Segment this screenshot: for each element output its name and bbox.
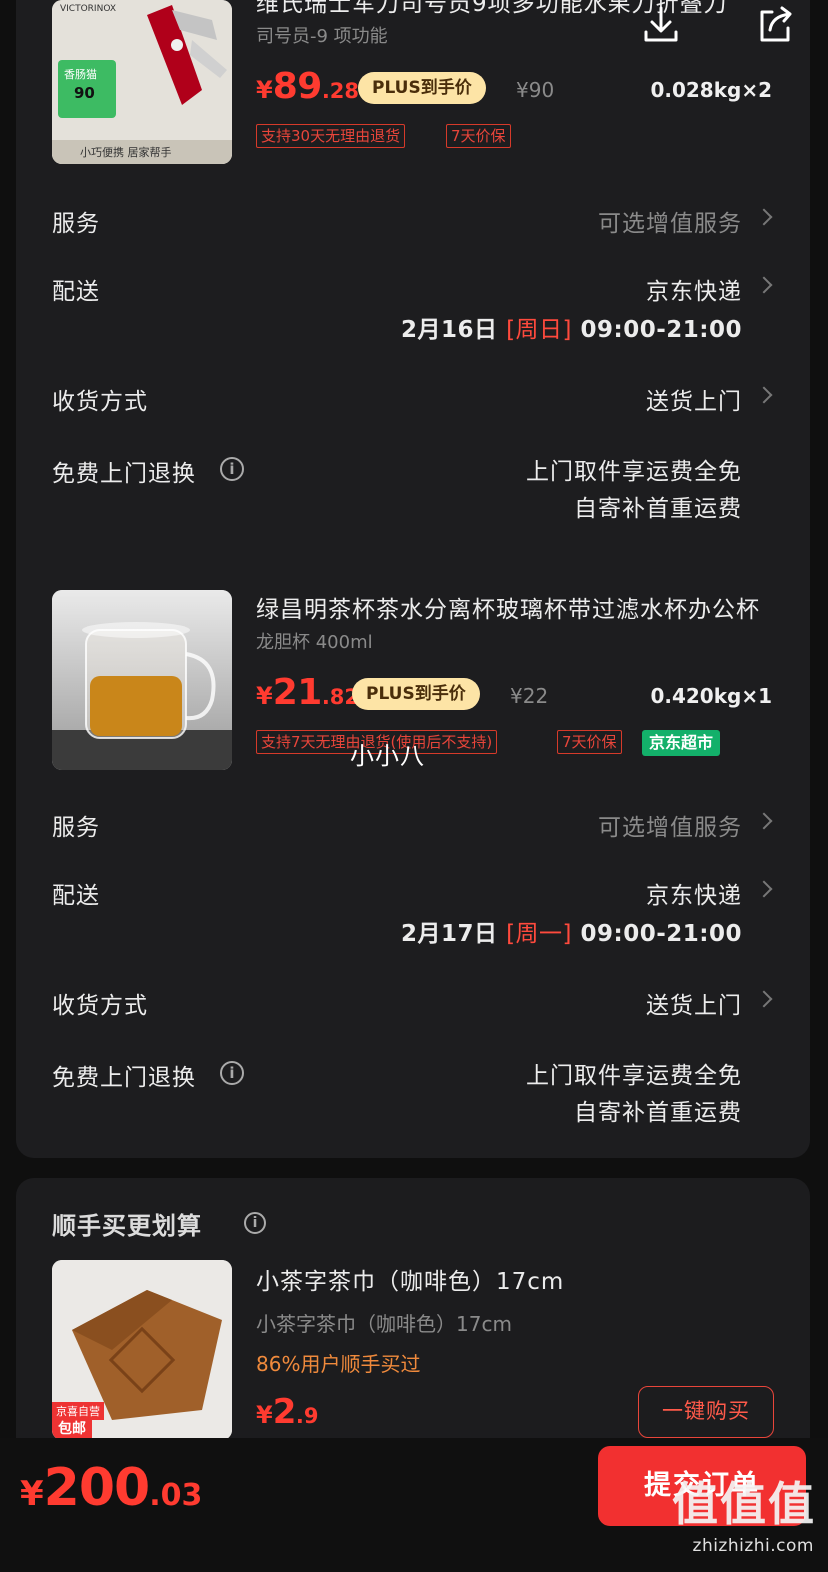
- order-total: ¥200.03: [20, 1458, 202, 1518]
- total-decimal: .03: [149, 1478, 203, 1513]
- original-price: ¥22: [510, 684, 549, 708]
- price-currency: ¥: [256, 1401, 273, 1429]
- delivery-schedule[interactable]: 2月17日 [周一] 09:00-21:00: [401, 914, 742, 948]
- plus-price-badge: PLUS到手价: [352, 678, 480, 710]
- delivery-value[interactable]: 京东快递: [646, 876, 742, 910]
- plus-price-badge: PLUS到手价: [358, 72, 486, 104]
- free-return-label: 免费上门退换: [52, 461, 196, 487]
- user-watermark: 小小八: [350, 742, 425, 770]
- delivery-label: 配送: [52, 279, 100, 305]
- teacup-image-graphic: [52, 590, 232, 770]
- price-currency: ¥: [256, 682, 273, 710]
- free-return-line2: 自寄补首重运费: [574, 496, 742, 522]
- product-image-teacup[interactable]: [52, 590, 232, 770]
- chevron-right-icon[interactable]: [755, 990, 773, 1008]
- info-icon[interactable]: i: [220, 457, 244, 481]
- jd-self-badge-text: 京喜自营: [56, 1405, 100, 1418]
- chevron-right-icon[interactable]: [755, 880, 773, 898]
- total-currency: ¥: [20, 1474, 44, 1514]
- price-integer: 2: [272, 1392, 297, 1432]
- product-image-knife[interactable]: VICTORINOX 香肠猫 90 小巧便携 居家帮手: [52, 0, 232, 164]
- chevron-right-icon[interactable]: [755, 386, 773, 404]
- receive-method-label: 收货方式: [52, 389, 148, 415]
- info-icon[interactable]: i: [244, 1212, 266, 1234]
- free-return-line1: 上门取件享运费全免: [526, 1063, 742, 1089]
- addon-price: ¥2.9: [256, 1392, 318, 1432]
- price-protect-tag: 7天价保: [557, 730, 622, 754]
- knife-badge-value: 90: [74, 84, 95, 102]
- free-shipping-badge-text: 包邮: [58, 1421, 86, 1437]
- service-label: 服务: [52, 815, 100, 841]
- share-icon[interactable]: [754, 4, 796, 46]
- product-title[interactable]: 维氏瑞士军刀司号员9项多功能水果刀折叠刀: [256, 0, 772, 18]
- service-value[interactable]: 可选增值服务: [598, 808, 742, 842]
- addon-product-title[interactable]: 小茶字茶巾（咖啡色）17cm: [256, 1262, 772, 1296]
- delivery-time: 09:00-21:00: [580, 317, 742, 343]
- delivery-time: 09:00-21:00: [580, 921, 742, 947]
- product-variant: 龙胆杯 400ml: [256, 632, 373, 653]
- price-protect-tag: 7天价保: [446, 124, 511, 148]
- addon-section-title: 顺手买更划算: [52, 1206, 202, 1241]
- price-integer: 89: [272, 66, 323, 107]
- price-currency: ¥: [256, 76, 273, 104]
- jd-supermarket-tag: 京东超市: [642, 730, 721, 756]
- free-return-label: 免费上门退换: [52, 1065, 196, 1091]
- receive-method-label: 收货方式: [52, 993, 148, 1019]
- site-watermark-logo: 值值值: [672, 1477, 816, 1531]
- service-label: 服务: [52, 211, 100, 237]
- addon-section-title-text: 顺手买更划算: [52, 1212, 202, 1240]
- one-click-buy-button[interactable]: 一键购买: [638, 1386, 774, 1438]
- weight-quantity: 0.028kg×2: [650, 78, 772, 102]
- info-icon[interactable]: i: [220, 1061, 244, 1085]
- delivery-date: 2月16日: [401, 317, 498, 343]
- free-shipping-badge: 包邮: [52, 1418, 92, 1438]
- product-title[interactable]: 绿昌明茶杯茶水分离杯玻璃杯带过滤水杯办公杯: [256, 590, 772, 624]
- knife-slogan: 小巧便携 居家帮手: [80, 146, 172, 159]
- original-price: ¥90: [516, 78, 555, 102]
- product-price: ¥89.28: [256, 66, 359, 107]
- chevron-right-icon[interactable]: [755, 208, 773, 226]
- download-icon[interactable]: [640, 4, 682, 46]
- product-variant: 司号员-9 项功能: [256, 26, 388, 47]
- delivery-value[interactable]: 京东快递: [646, 272, 742, 306]
- checkout-bar: ¥200.03 提交订单 值值值 zhizhizhi.com: [0, 1438, 828, 1572]
- receive-method-value[interactable]: 送货上门: [646, 986, 742, 1020]
- return-policy-tag: 支持30天无理由退货: [256, 124, 406, 148]
- price-integer: 21: [272, 672, 323, 713]
- price-decimal: .28: [321, 79, 360, 103]
- product-price: ¥21.82: [256, 672, 359, 713]
- addon-product-variant: 小茶字茶巾（咖啡色）17cm: [256, 1312, 512, 1336]
- weight-quantity: 0.420kg×1: [650, 684, 772, 708]
- price-decimal: .9: [295, 1404, 319, 1428]
- free-return-line2: 自寄补首重运费: [574, 1100, 742, 1126]
- order-items-card: VICTORINOX 香肠猫 90 小巧便携 居家帮手 维氏瑞士军刀司号员9项多…: [16, 0, 810, 1158]
- delivery-weekday: [周一]: [506, 921, 573, 947]
- free-return-line1: 上门取件享运费全免: [526, 459, 742, 485]
- addon-buy-stat: 86%用户顺手买过: [256, 1352, 421, 1376]
- receive-method-value[interactable]: 送货上门: [646, 382, 742, 416]
- service-value[interactable]: 可选增值服务: [598, 204, 742, 238]
- knife-badge-text: 香肠猫: [64, 68, 97, 81]
- product-image-tea-towel[interactable]: 京喜自营 包邮: [52, 1260, 232, 1440]
- delivery-label: 配送: [52, 883, 100, 909]
- site-watermark-url: zhizhizhi.com: [692, 1536, 814, 1556]
- knife-image-graphic: [52, 0, 232, 164]
- total-integer: 200: [43, 1458, 151, 1518]
- delivery-date: 2月17日: [401, 921, 498, 947]
- chevron-right-icon[interactable]: [755, 276, 773, 294]
- delivery-weekday: [周日]: [506, 317, 573, 343]
- addon-recommend-card: 顺手买更划算 i 京喜自营 包邮 小茶字茶巾（咖啡色）17cm 小茶字茶巾（咖啡…: [16, 1178, 810, 1468]
- knife-brand-text: VICTORINOX: [60, 4, 116, 14]
- chevron-right-icon[interactable]: [755, 812, 773, 830]
- delivery-schedule[interactable]: 2月16日 [周日] 09:00-21:00: [401, 310, 742, 344]
